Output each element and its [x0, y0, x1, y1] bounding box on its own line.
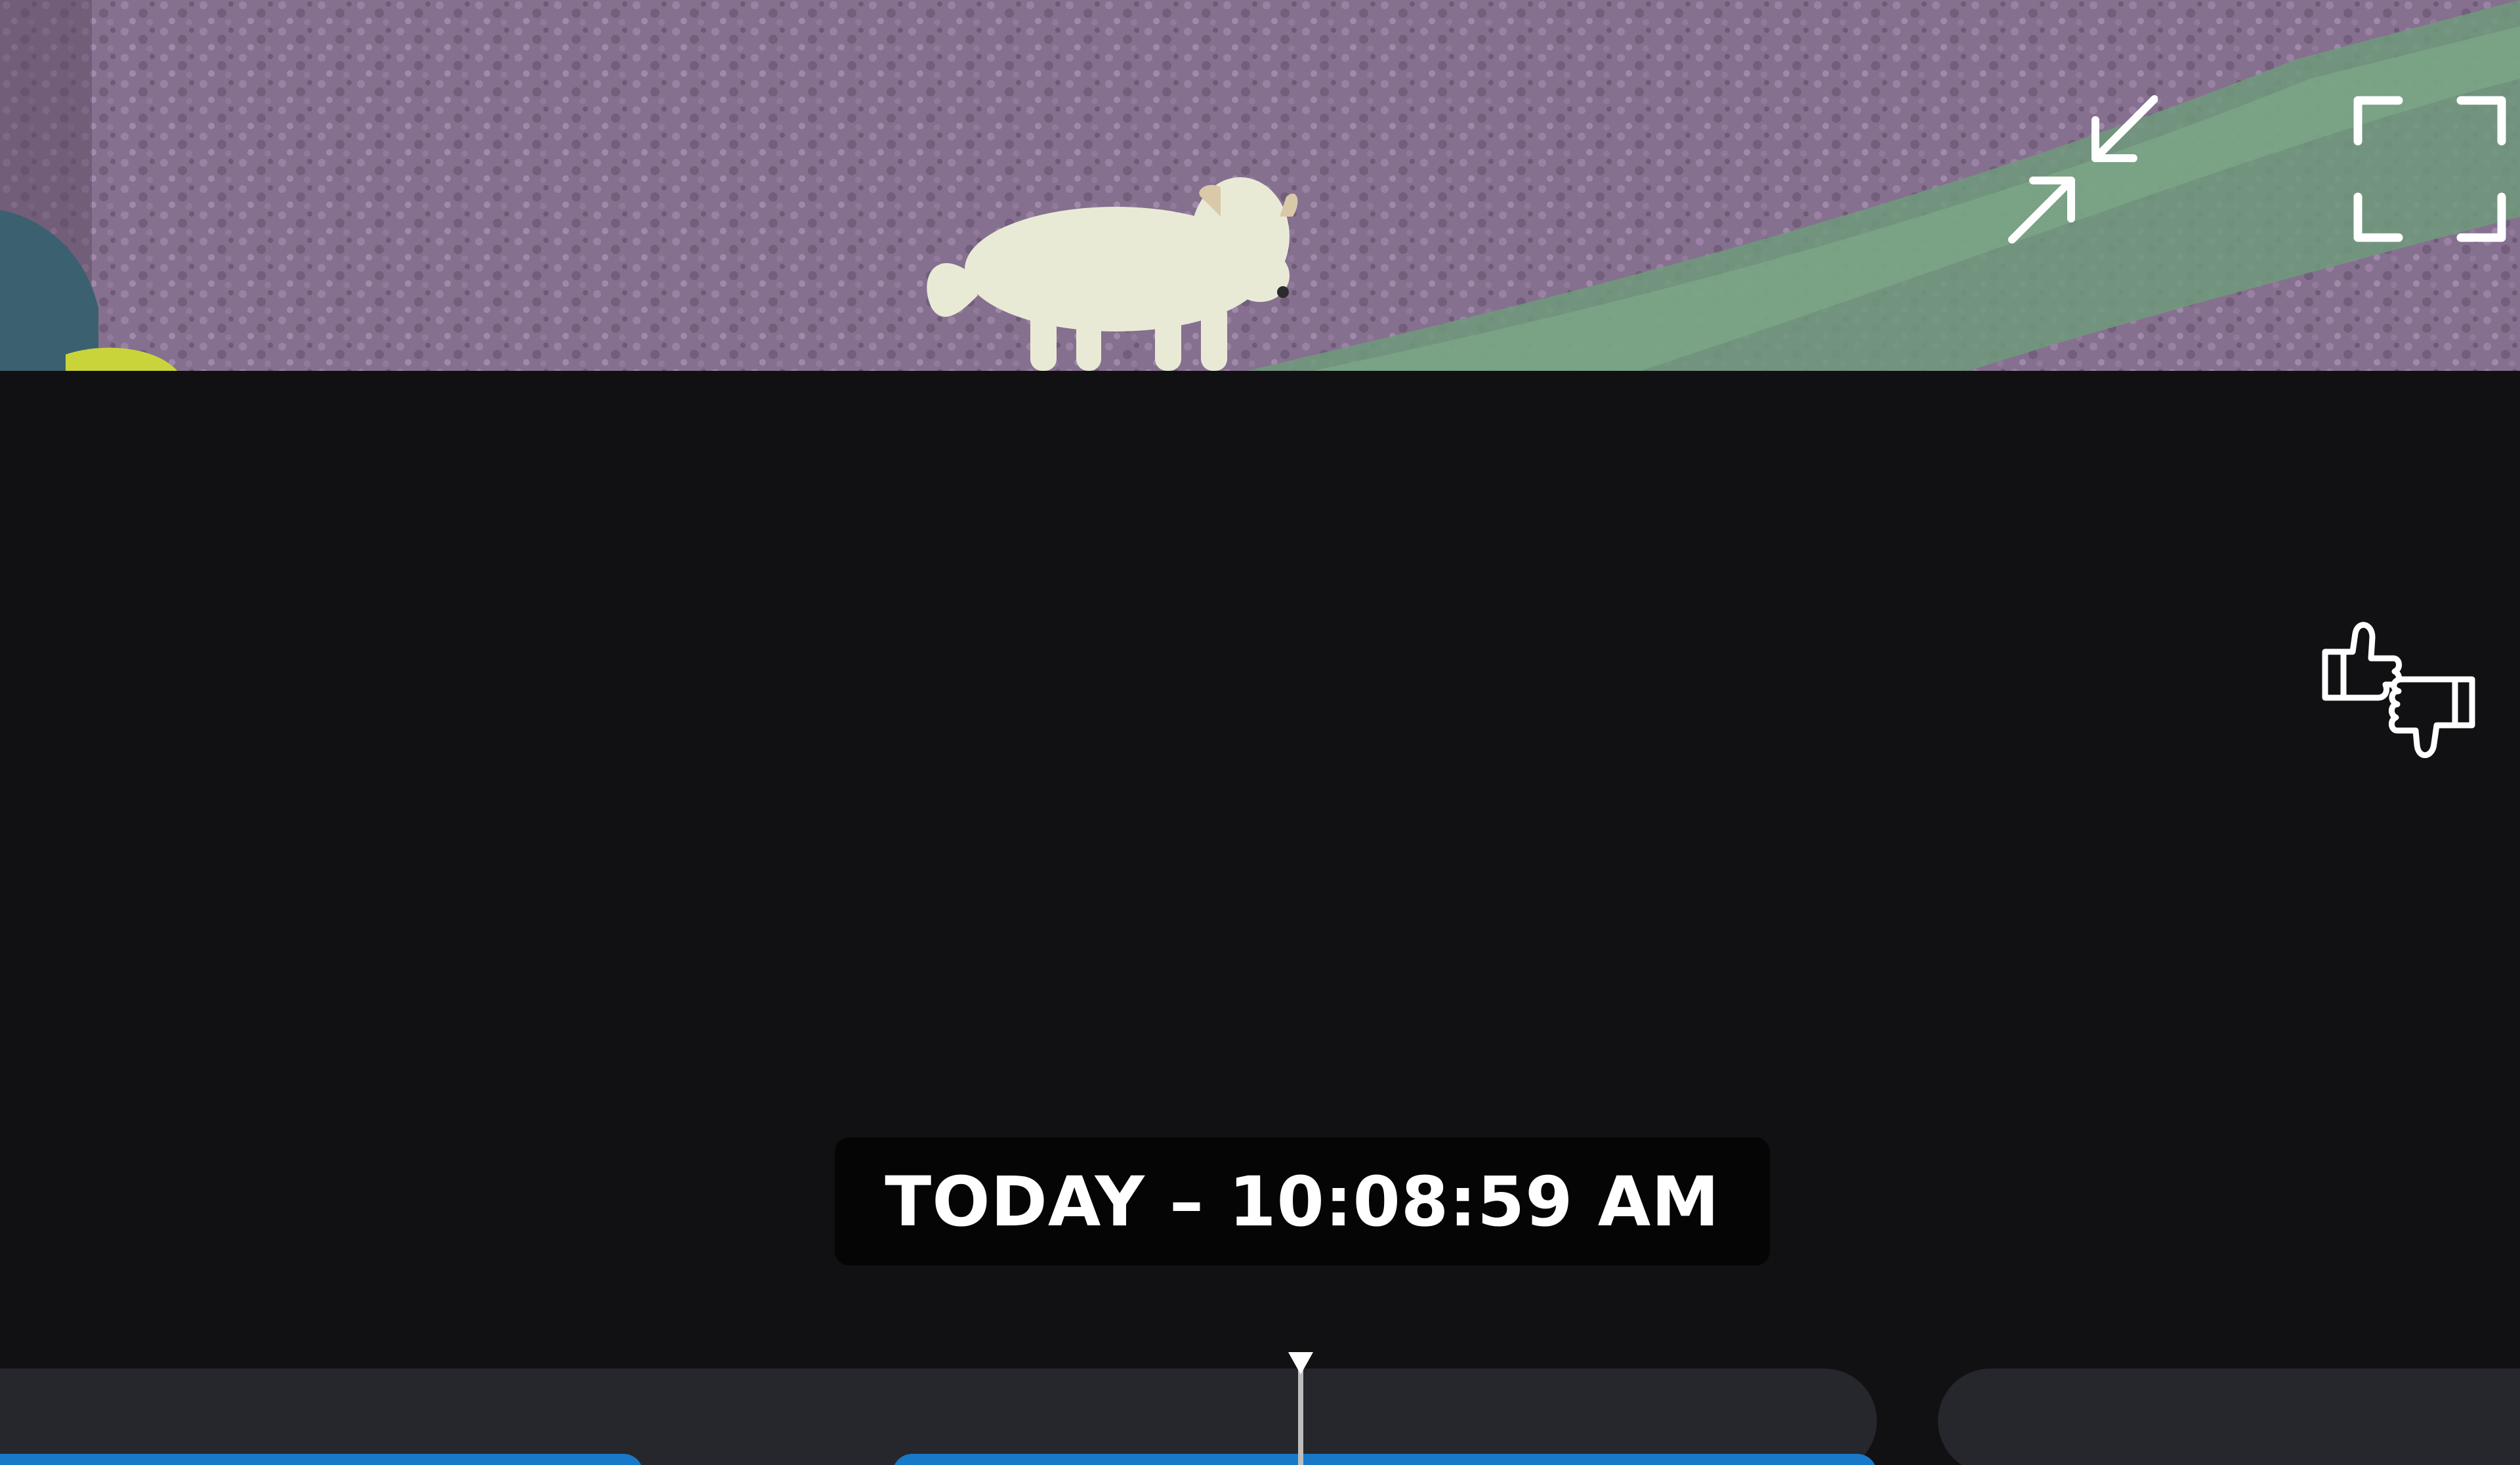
video-frame[interactable]: [0, 0, 2520, 371]
thumbs-up-down-icon: [2322, 622, 2475, 758]
camera-event-player: TODAY – 10:08:59 AM: [0, 0, 2520, 1465]
timeline-segment[interactable]: [1938, 1369, 2520, 1465]
arrows-collapse-icon: [2008, 95, 2158, 244]
recorded-clip[interactable]: [892, 1454, 1877, 1465]
timeline-segment[interactable]: [0, 1369, 1877, 1465]
timeline-playhead[interactable]: [1288, 1352, 1313, 1465]
timestamp-label: TODAY – 10:08:59 AM: [885, 1161, 1720, 1242]
exit-fullscreen-button[interactable]: [2007, 94, 2158, 245]
fullscreen-corners-icon: [2353, 96, 2506, 242]
feedback-button[interactable]: [2320, 614, 2477, 765]
timestamp-badge: TODAY – 10:08:59 AM: [835, 1137, 1770, 1265]
fullscreen-button[interactable]: [2353, 95, 2507, 243]
playhead-marker-icon: [1288, 1352, 1313, 1374]
event-timeline[interactable]: [0, 1369, 2520, 1465]
recorded-clip[interactable]: [0, 1454, 643, 1465]
